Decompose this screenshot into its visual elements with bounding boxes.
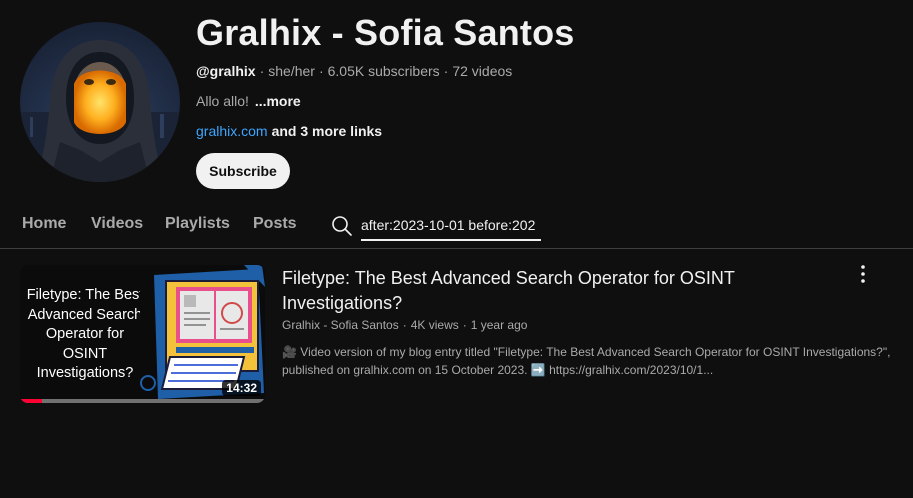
channel-meta: @gralhix · she/her · 6.05K subscribers · 72 vi… [196, 63, 512, 79]
thumbnail-title-text: Filetype: The Best Advanced Search Opera… [26, 287, 144, 381]
separator-dot: · [443, 63, 449, 79]
channel-pronouns: she/her [268, 63, 315, 79]
watch-progress [20, 399, 265, 403]
channel-handle: @gralhix [196, 63, 256, 79]
tab-playlists[interactable]: Playlists [165, 215, 230, 233]
video-title[interactable]: Filetype: The Best Advanced Search Opera… [282, 266, 842, 316]
channel-description: Allo allo! ...more [196, 93, 301, 109]
separator-dot: · [259, 63, 265, 79]
subscriber-count: 6.05K subscribers [327, 63, 440, 79]
channel-link[interactable]: gralhix.com [196, 123, 268, 139]
channel-tabs: Home Videos Playlists Posts [0, 205, 913, 248]
video-age: 1 year ago [470, 318, 528, 332]
more-links-button[interactable]: and 3 more links [272, 123, 382, 139]
video-thumbnail[interactable]: Filetype: The Best Advanced Search Opera… [20, 265, 265, 403]
channel-avatar[interactable] [20, 22, 180, 182]
tab-posts[interactable]: Posts [253, 215, 297, 233]
channel-search-input[interactable] [361, 215, 541, 241]
tabs-divider [0, 248, 913, 249]
more-actions-icon[interactable] [851, 262, 875, 286]
description-more-button[interactable]: ...more [255, 93, 301, 109]
tab-videos[interactable]: Videos [91, 215, 143, 233]
subscribe-button[interactable]: Subscribe [196, 153, 290, 189]
channel-page: Gralhix - Sofia Santos @gralhix · she/her ·… [0, 0, 913, 498]
video-channel: Gralhix - Sofia Santos [282, 318, 399, 332]
video-count: 72 videos [452, 63, 513, 79]
tab-home[interactable]: Home [22, 215, 66, 233]
separator-dot: · [318, 63, 324, 79]
video-views: 4K views [410, 318, 459, 332]
search-icon[interactable] [331, 215, 353, 237]
video-duration: 14:32 [222, 380, 261, 396]
channel-links: gralhix.com and 3 more links [196, 123, 382, 139]
watch-progress-fill [20, 399, 43, 403]
channel-name: Gralhix - Sofia Santos [196, 12, 575, 53]
separator-dot: · [462, 318, 467, 332]
video-description: 🎥 Video version of my blog entry titled … [282, 345, 891, 377]
separator-dot: · [402, 318, 407, 332]
video-meta: Gralhix - Sofia Santos · 4K views · 1 year a… [282, 318, 527, 332]
channel-description-text: Allo allo! [196, 93, 249, 109]
